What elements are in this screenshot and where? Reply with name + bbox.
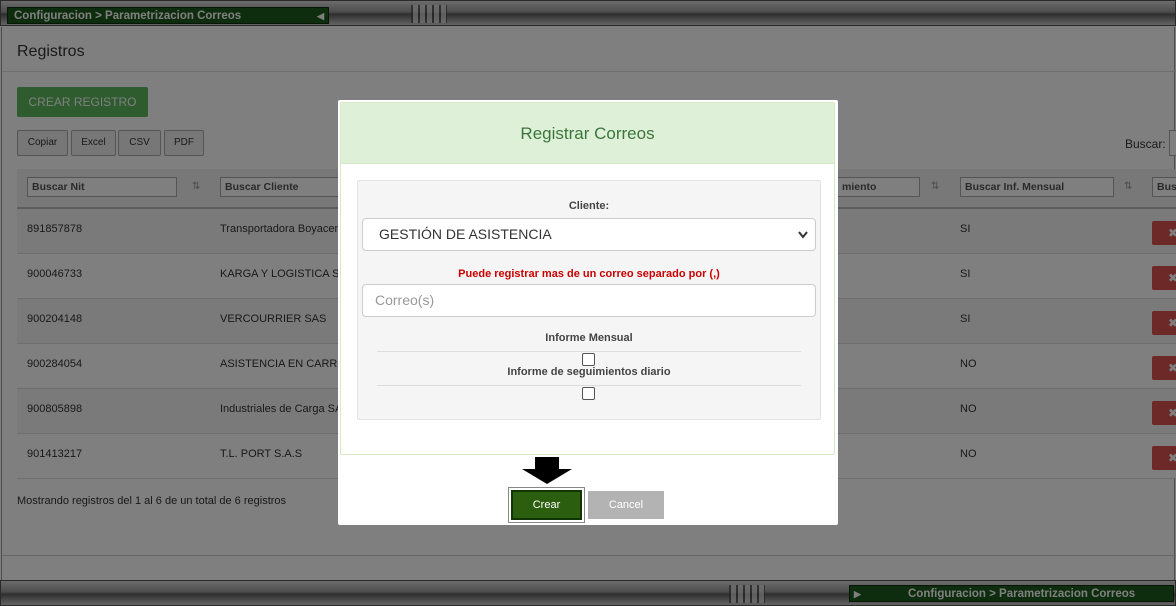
email-input[interactable]: Correo(s) <box>362 284 816 317</box>
register-emails-dialog: Registrar Correos Cliente: GESTIÓN DE AS… <box>338 100 838 525</box>
modal-header: Registrar Correos <box>341 103 834 164</box>
form-well: Cliente: GESTIÓN DE ASISTENCIA Puede reg… <box>357 180 821 420</box>
client-select[interactable]: GESTIÓN DE ASISTENCIA <box>362 218 816 251</box>
divider <box>377 351 801 352</box>
client-label: Cliente: <box>568 200 610 212</box>
divider <box>377 385 801 386</box>
daily-report-label: Informe de seguimientos diario <box>507 366 671 378</box>
down-arrow-icon <box>522 457 572 484</box>
monthly-report-checkbox[interactable] <box>582 353 595 366</box>
cancel-button[interactable]: Cancel <box>588 491 664 519</box>
chevron-down-icon <box>797 219 809 263</box>
email-hint: Puede registrar mas de un correo separad… <box>458 268 720 280</box>
create-button[interactable]: Crear <box>509 488 584 522</box>
client-select-value: GESTIÓN DE ASISTENCIA <box>379 226 552 242</box>
modal-panel: Registrar Correos Cliente: GESTIÓN DE AS… <box>340 102 835 455</box>
modal-title: Registrar Correos <box>520 124 655 143</box>
daily-report-checkbox[interactable] <box>582 387 595 400</box>
monthly-report-label: Informe Mensual <box>545 332 633 344</box>
